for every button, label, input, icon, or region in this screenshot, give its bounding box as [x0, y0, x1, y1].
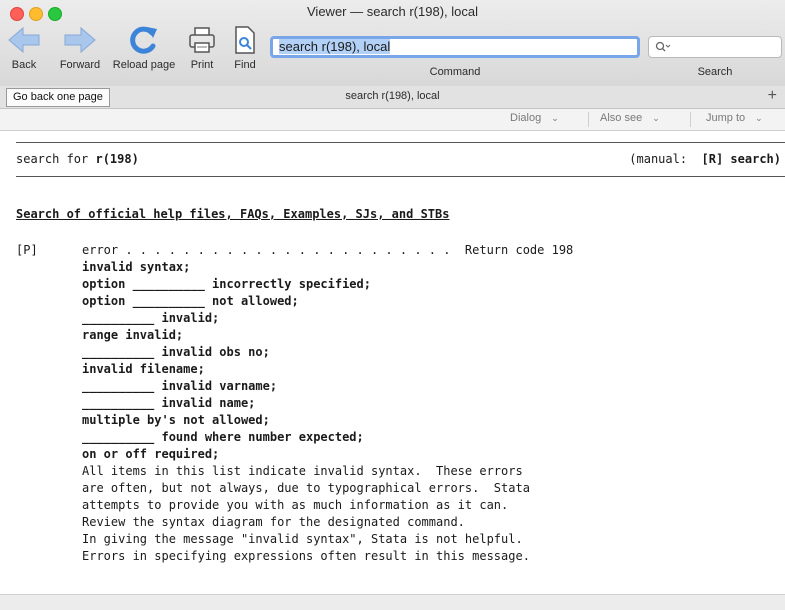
dropdown-bar: Dialog ⌄ Also see ⌄ Jump to ⌄: [0, 109, 785, 131]
error-message-line: on or off required;: [82, 447, 220, 461]
window-title: Viewer — search r(198), local: [307, 4, 478, 19]
error-message-line: __________ invalid name;: [82, 396, 256, 410]
command-input[interactable]: search r(198), local: [270, 36, 640, 58]
search-term: r(198): [95, 152, 139, 166]
printer-icon: [189, 27, 215, 53]
status-bar: [0, 594, 785, 610]
jump-to-dropdown[interactable]: Jump to ⌄: [706, 112, 763, 124]
search-header: search for r(198): [16, 152, 139, 166]
manual-reference: (manual: [R] search): [629, 152, 781, 166]
dialog-dropdown-label: Dialog: [510, 112, 542, 124]
find-label: Find: [234, 59, 256, 71]
command-input-value: search r(198), local: [279, 39, 391, 54]
forward-label: Forward: [59, 59, 101, 71]
search-label: Search: [697, 66, 733, 78]
description-line: Review the syntax diagram for the design…: [82, 515, 465, 529]
search-icon: [655, 41, 671, 52]
also-see-dropdown-label: Also see: [600, 112, 643, 124]
description-line: are often, but not always, due to typogr…: [82, 481, 530, 495]
description-line: All items in this list indicate invalid …: [82, 464, 523, 478]
help-content: search for r(198) (manual: [R] search) S…: [0, 131, 785, 594]
error-message-line: range invalid;: [82, 328, 184, 342]
reload-label: Reload page: [112, 59, 176, 71]
back-button[interactable]: Back: [6, 25, 42, 71]
forward-arrow-icon: [64, 26, 96, 54]
description-line: In giving the message "invalid syntax", …: [82, 532, 523, 546]
print-button[interactable]: Print: [186, 25, 218, 71]
toolbar: Viewer — search r(198), local Back Forwa…: [0, 0, 785, 87]
reload-icon: [130, 26, 157, 54]
back-arrow-icon: [8, 26, 40, 54]
error-message-line: option __________ incorrectly specified;: [82, 277, 371, 291]
tab-bar: Go back one page search r(198), local +: [0, 86, 785, 109]
error-message-line: invalid syntax;: [82, 260, 191, 274]
chevron-down-icon: ⌄: [551, 113, 559, 123]
also-see-dropdown[interactable]: Also see ⌄: [600, 112, 660, 124]
viewer-window: Viewer — search r(198), local Back Forwa…: [0, 0, 785, 610]
divider: [690, 112, 691, 127]
error-message-line: invalid filename;: [82, 362, 205, 376]
find-button[interactable]: Find: [230, 25, 260, 71]
forward-button[interactable]: Forward: [56, 25, 104, 71]
back-label: Back: [11, 59, 37, 71]
entry-tag: [P]: [16, 243, 38, 257]
error-message-line: __________ invalid;: [82, 311, 220, 325]
find-document-icon: [235, 26, 255, 54]
error-entry-link[interactable]: error . . . . . . . . . . . . . . . . . …: [82, 242, 573, 259]
divider: [16, 176, 785, 177]
manual-link[interactable]: [R] search): [702, 152, 781, 166]
chevron-down-icon: ⌄: [652, 113, 660, 123]
error-message-line: __________ invalid obs no;: [82, 345, 270, 359]
error-message-line: __________ found where number expected;: [82, 430, 364, 444]
divider: [588, 112, 589, 127]
description-line: Errors in specifying expressions often r…: [82, 549, 530, 563]
search-input[interactable]: [648, 36, 782, 58]
chevron-down-icon: ⌄: [755, 113, 763, 123]
divider: [16, 142, 785, 143]
error-message-line: option __________ not allowed;: [82, 294, 299, 308]
new-tab-plus-icon[interactable]: +: [768, 87, 777, 105]
section-heading: Search of official help files, FAQs, Exa…: [16, 207, 450, 221]
error-message-line: __________ invalid varname;: [82, 379, 278, 393]
dialog-dropdown[interactable]: Dialog ⌄: [510, 112, 559, 124]
print-label: Print: [190, 59, 214, 71]
error-message-line: multiple by's not allowed;: [82, 413, 270, 427]
reload-page-button[interactable]: Reload page: [108, 25, 180, 71]
tab-search-r198[interactable]: search r(198), local: [0, 90, 785, 102]
jump-to-dropdown-label: Jump to: [706, 112, 746, 124]
command-label: Command: [429, 66, 481, 78]
description-line: attempts to provide you with as much inf…: [82, 498, 509, 512]
